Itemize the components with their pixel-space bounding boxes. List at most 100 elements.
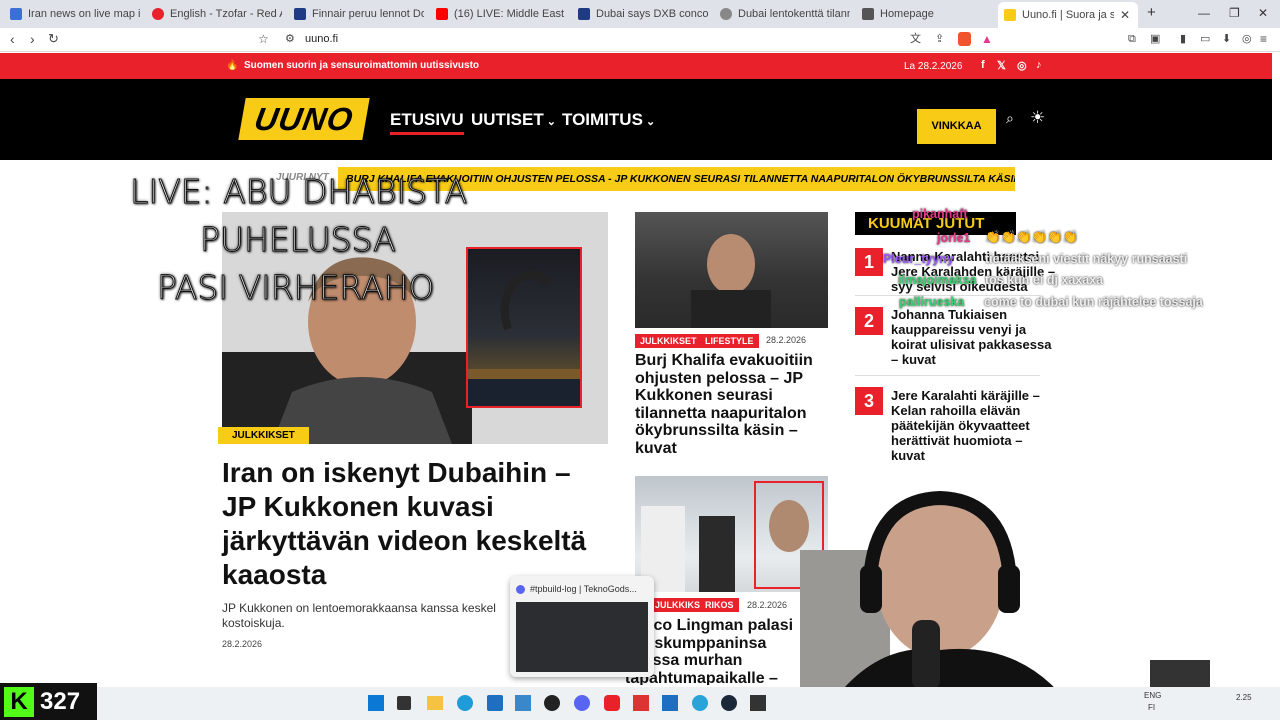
site-info-icon[interactable]: ⚙ [285,32,295,46]
address-bar-row: ‹ › ↻ ☆ ⚙ uuno.fi 文 ⇪ ▲ ⧉ ▣ ▮ ▭ ⬇ ◎ ≡ [0,28,1280,52]
main-category-badge[interactable]: JULKKIKSET [218,427,309,444]
translate-icon[interactable]: 文 [910,32,921,46]
nav-uutiset[interactable]: UUTISET ⌄ [471,110,556,130]
lang-indicator[interactable]: ENG [1144,691,1161,700]
chat-msg-5: come to dubai kun räjähtelee tossaja [984,295,1203,309]
obs-icon[interactable] [544,695,560,711]
preview-title: #tpbuild-log | TeknoGods... [530,584,637,594]
chat-msg-2: 👏👏👏👏👏👏 [985,230,1079,244]
hot-item-2-title[interactable]: Johanna Tukiaisen kauppareissu venyi ja … [891,307,1056,367]
vpn-icon[interactable]: ◎ [1242,32,1252,46]
tab-dxb[interactable]: Dubai says DXB concourse sus [578,4,708,24]
fire-icon: 🔥 [226,60,239,71]
url-field[interactable]: uuno.fi [305,33,338,45]
new-tab-icon[interactable]: + [1147,4,1156,21]
minimize-icon[interactable]: — [1198,6,1210,20]
globe-icon [720,8,732,20]
wallet-icon[interactable]: ▭ [1200,32,1210,46]
main-article-date: 28.2.2026 [222,639,263,649]
terminal-icon[interactable] [750,695,766,711]
liveuamap-icon [10,8,22,20]
chat-user-3: Pleur_tyyny [883,252,954,266]
edge-icon[interactable] [457,695,473,711]
sidebar-icon[interactable]: ▮ [1180,32,1186,46]
tab-homepage[interactable]: Homepage [862,4,992,24]
reload-icon[interactable]: ↻ [48,32,59,46]
viewer-count: 327 [40,688,81,715]
hot-item-3-title[interactable]: Jere Karalahti käräjille – Kelan rahoill… [891,388,1056,463]
app-icon[interactable] [515,695,531,711]
facebook-icon[interactable]: f [981,59,985,71]
file-explorer-icon[interactable] [427,696,443,710]
screenshot-icon[interactable]: ▣ [1150,32,1160,46]
store-icon[interactable] [487,695,503,711]
extensions-icon[interactable]: ⧉ [1128,32,1136,46]
chevron-down-icon: ⌄ [642,116,656,128]
hot-rank-2: 2 [855,307,883,335]
main-article-excerpt: JP Kukkonen on lentoemorakkaansa kanssa … [222,601,496,630]
filezilla-icon[interactable] [633,695,649,711]
download-icon[interactable]: ⬇ [1222,32,1231,46]
bookmark-icon[interactable]: ☆ [258,32,269,46]
brave-shield-icon[interactable] [958,32,971,46]
back-icon[interactable]: ‹ [10,32,15,46]
close-tab-icon[interactable]: ✕ [1120,8,1130,22]
remote-desktop-icon[interactable] [662,695,678,711]
site-date: La 28.2.2026 [904,61,963,72]
preview-thumbnail [516,602,648,672]
hot-rank-3: 3 [855,387,883,415]
webcam-overlay [780,470,1280,720]
man-photo-illustration [691,234,771,328]
vinkkaa-button[interactable]: VINKKAA [917,109,996,144]
clock-time[interactable]: 2.25 [1236,693,1252,702]
divider [855,375,1040,376]
telegram-icon[interactable] [692,695,708,711]
steam-icon[interactable] [721,695,737,711]
mid1-cat-lifestyle[interactable]: LIFESTYLE [700,334,759,348]
maximize-icon[interactable]: ❐ [1229,6,1240,20]
kick-icon: K [4,687,34,717]
region-indicator: FI [1148,703,1156,712]
anydesk-icon[interactable] [604,695,620,711]
tiktok-icon[interactable]: ♪ [1036,59,1042,71]
tzofar-icon [152,8,164,20]
tab-iran-news[interactable]: Iran news on live map in Englis [10,4,140,24]
mid-article-1-image[interactable] [635,212,828,328]
menu-icon[interactable]: ≡ [1260,32,1267,46]
ticker-arrow-icon[interactable]: → [994,172,1005,184]
site-logo[interactable]: UUNO [238,98,370,140]
x-icon[interactable]: 𝕏 [997,59,1006,72]
nav-toimitus[interactable]: TOIMITUS ⌄ [562,110,655,130]
tab-tzofar[interactable]: English - Tzofar - Red Alert [152,4,282,24]
tab-youtube-live[interactable]: (16) LIVE: Middle East real-tim [436,4,566,24]
tab-dubai-lentokentta[interactable]: Dubai lentokenttä tilanne [720,4,850,24]
brave-rewards-icon[interactable]: ▲ [981,32,993,46]
instagram-icon[interactable]: ◎ [1017,59,1027,72]
iltalehti-icon [294,8,306,20]
mid1-cat-julkkikset[interactable]: JULKKIKSET [635,334,702,348]
viewer-counter: K 327 [0,683,97,720]
chat-user-5: pallirueska [899,295,965,309]
smoke-skyline-illustration [468,271,580,406]
taskbar-window-preview[interactable]: #tpbuild-log | TeknoGods... [510,576,654,677]
hot-rank-1: 1 [855,248,883,276]
windows-start-icon[interactable] [368,695,384,711]
task-view-icon[interactable] [397,696,411,710]
window-close-icon[interactable]: ✕ [1258,6,1268,20]
mid-article-1-title[interactable]: Burj Khalifa evakuoitiin ohjusten peloss… [635,352,825,457]
tab-finnair[interactable]: Finnair peruu lennot Dohaan ja [294,4,424,24]
main-article-title[interactable]: Iran on iskenyt Dubaihin – JP Kukkonen k… [222,456,612,592]
homepage-icon [862,8,874,20]
youtube-icon [436,8,448,20]
theme-toggle-icon[interactable]: ☀ [1030,108,1045,128]
discord-taskbar-icon[interactable] [574,695,590,711]
nav-etusivu[interactable]: ETUSIVU [390,110,464,135]
mid2-cat-rikos[interactable]: RIKOS [700,598,739,612]
uuno-icon [1004,9,1016,21]
mid1-date: 28.2.2026 [766,335,807,345]
search-icon[interactable]: ⌕ [1006,110,1014,127]
windows-taskbar: ENG FI 2.25 [0,687,1280,720]
share-icon[interactable]: ⇪ [935,32,944,46]
tab-uuno-active[interactable]: Uuno.fi | Suora ja sensuroi✕ [998,2,1138,28]
forward-icon[interactable]: › [30,32,35,46]
